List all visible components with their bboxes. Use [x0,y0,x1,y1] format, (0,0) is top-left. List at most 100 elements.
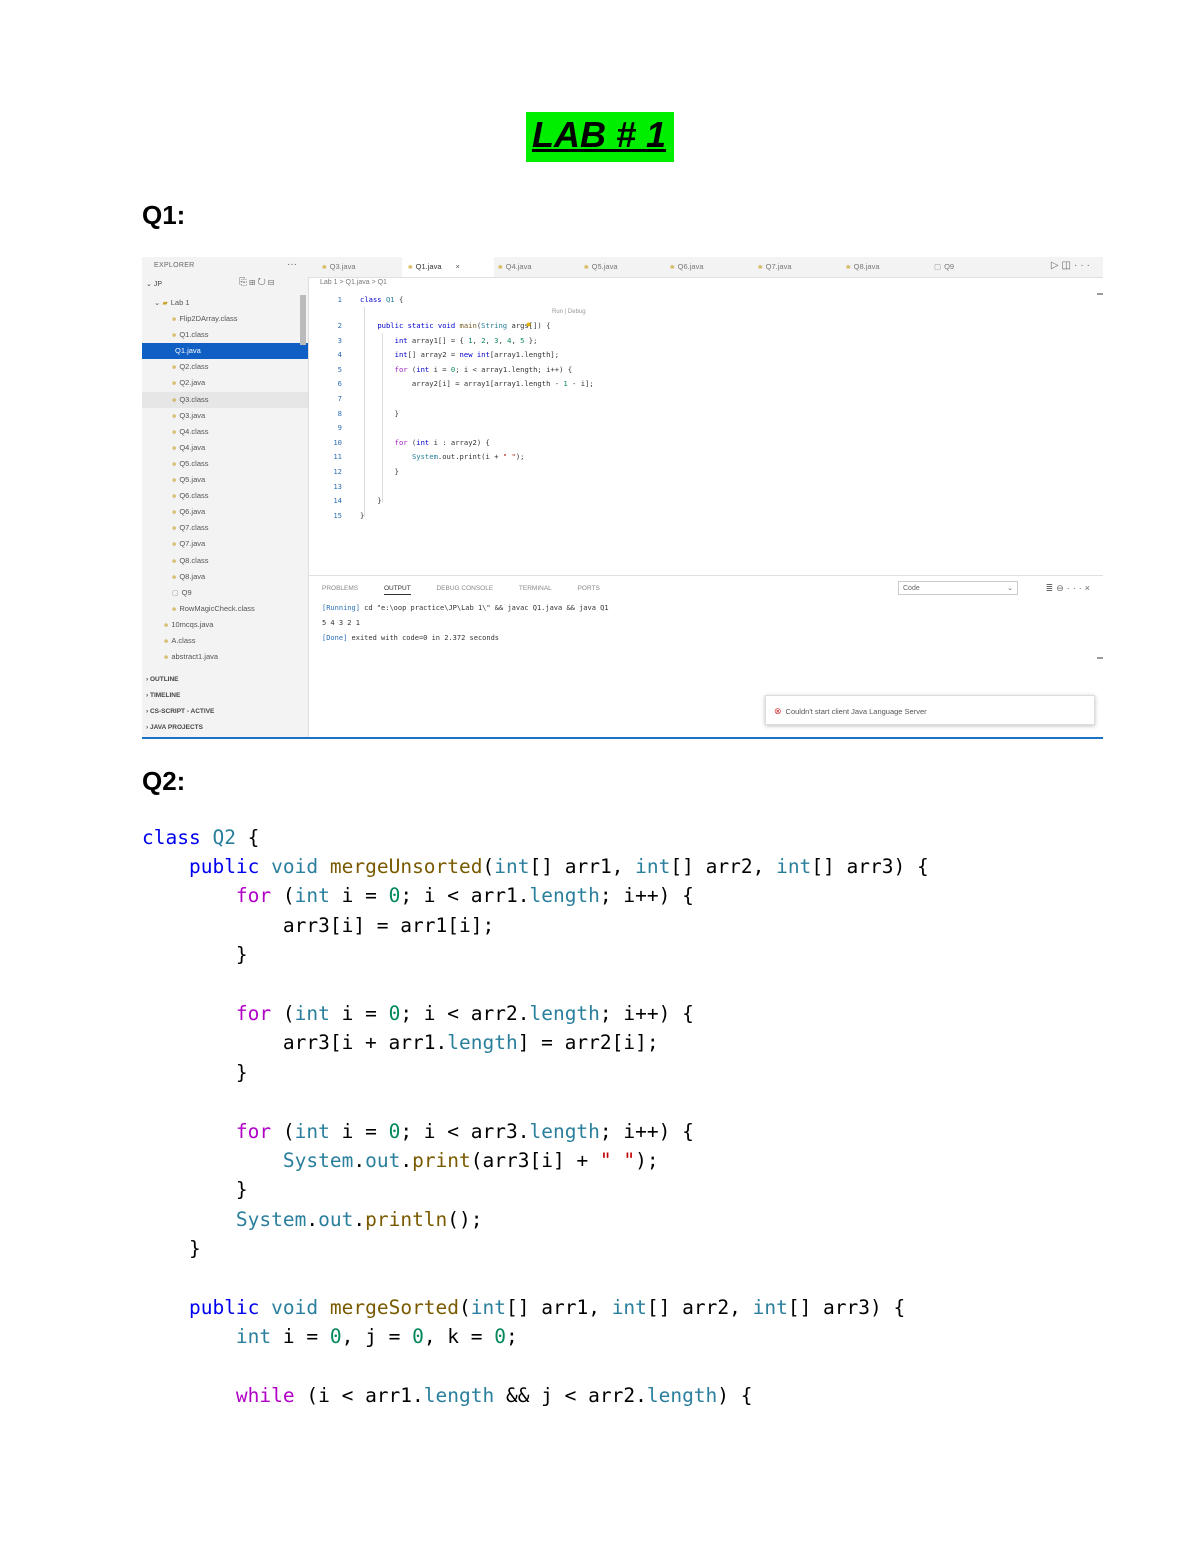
file-icon: ⨳ [172,428,177,436]
file-icon: ⨳ [172,460,177,468]
root-folder[interactable]: ⌄ JP [146,280,162,288]
code-editor[interactable]: 1 class Q1 { Run | Debug 2 public static … [308,293,1103,575]
title-wrap: LAB # 1 [0,112,1200,162]
tree-item[interactable]: ▢ Q9 [142,585,308,601]
file-icon: ⨳ [172,412,177,420]
tree-item[interactable]: ⨳ A.class [142,633,308,649]
tab-ports[interactable]: PORTS [578,585,600,592]
blank-file-icon: ▢ [934,262,942,271]
tab-q1[interactable]: ⨳ Q1.java × [402,257,494,277]
panel-scrollbar[interactable] [1097,657,1103,659]
indent-guide [382,333,383,503]
code-line: while (i < arr1.length && j < arr2.lengt… [235,1384,753,1407]
chevron-down-icon: ⌄ [1007,585,1013,592]
tree-item[interactable]: ⨳ Q5.java [142,472,308,488]
tree-item[interactable]: ⨳ Q2.class [142,359,308,375]
split-editor-icon[interactable]: ◫ [1062,260,1074,271]
file-icon: ⨳ [172,316,177,324]
new-file-icon[interactable]: ⎘ [239,277,249,288]
tab-q7[interactable]: ⨳ Q7.java [752,257,838,277]
file-icon: ⨳ [172,364,177,372]
java-file-icon: ⨳ [322,262,327,271]
code-line: arr3[i + arr1.length] = arr2[i]; [142,1031,659,1054]
file-tree: ⌄ ▰ Lab 1 ⨳ Flip2DArray.class ⨳ Q1.class Q1… [142,295,308,665]
java-file-icon: ⨳ [670,262,675,271]
section-timeline[interactable]: › TIMELINE [142,688,308,704]
tree-item[interactable]: ⨳ abstract1.java [142,649,308,665]
section-outline[interactable]: › OUTLINE [142,672,308,688]
file-icon: ⨳ [172,477,177,485]
tree-item[interactable]: ⨳ Flip2DArray.class [142,311,308,327]
more-icon[interactable]: ··· [1067,583,1085,593]
tree-item[interactable]: ⨳ Q6.class [142,488,308,504]
refresh-icon[interactable]: ↻ [257,277,267,288]
q2-heading: Q2: [142,766,186,796]
run-debug-codelens[interactable]: Run | Debug [552,309,586,315]
output-channel-select[interactable]: Code ⌄ [898,581,1018,595]
file-icon: ⨳ [172,444,177,452]
tab-q9[interactable]: ▢ Q9 [928,257,994,277]
sidebar-scrollbar[interactable] [300,295,306,345]
tree-item[interactable]: ⨳ Q3.class [142,391,308,408]
lock-icon[interactable]: ⊖ [1056,583,1067,593]
code-line: public void mergeSorted(int[] arr1, int[… [188,1296,906,1319]
tab-q6[interactable]: ⨳ Q6.java [664,257,750,277]
tree-folder-lab1[interactable]: ⌄ ▰ Lab 1 [142,295,308,311]
tree-item-selected[interactable]: Q1.java [142,343,308,360]
tree-item[interactable]: ⨳ Q4.class [142,424,308,440]
tree-item[interactable]: ⨳ Q8.class [142,553,308,569]
collapse-icon[interactable]: ⊟ [268,277,276,288]
file-icon: ⨳ [172,396,177,404]
code-line: } [142,1178,248,1201]
tree-item[interactable]: ⨳ RowMagicCheck.class [142,601,308,617]
file-icon: ⨳ [172,332,177,340]
tree-item[interactable]: ⨳ Q4.java [142,440,308,456]
code-line: } [142,1061,248,1084]
tree-item[interactable]: ⨳ Q7.class [142,520,308,536]
java-file-icon: ⨳ [584,262,589,271]
tree-item[interactable]: ⨳ Q2.java [142,375,308,391]
file-icon: ⨳ [172,605,177,613]
filter-icon[interactable]: ≣ [1046,583,1057,593]
explorer-toolbar: ⎘⊞↻⊟ [239,277,276,288]
tree-item[interactable]: ⨳ 10mcqs.java [142,617,308,633]
tab-problems[interactable]: PROBLEMS [322,585,358,592]
tree-item[interactable]: ⨳ Q8.java [142,569,308,585]
file-icon: ⨳ [172,557,177,565]
code-line: arr3[i] = arr1[i]; [142,914,495,937]
section-java-projects[interactable]: › JAVA PROJECTS [142,720,308,736]
tab-q3[interactable]: ⨳ Q3.java [316,257,402,277]
tree-item[interactable]: ⨳ Q1.class [142,327,308,343]
tab-terminal[interactable]: TERMINAL [519,585,552,592]
code-line: } [142,943,248,966]
lightbulb-icon[interactable]: ● [526,319,531,329]
close-panel-icon[interactable]: × [1085,583,1093,593]
output-line-done: [Done] exited with code=0 in 2.372 secon… [322,634,500,642]
tab-debug-console[interactable]: DEBUG CONSOLE [436,585,493,592]
more-actions-icon[interactable]: ··· [1074,260,1093,271]
code-line: for (int i = 0; i < arr1.length; i++) { [235,884,694,907]
breadcrumb[interactable]: Lab 1 > Q1.java > Q1 [320,279,387,286]
tree-item[interactable]: ⨳ Q6.java [142,504,308,520]
error-notification[interactable]: ⊗ Couldn't start client Java Language Ser… [765,695,1095,725]
editor-scrollbar[interactable] [1097,293,1103,295]
tab-output[interactable]: OUTPUT [383,585,411,595]
output-line-result: 5 4 3 2 1 [322,619,360,627]
code-line: int i = 0, j = 0, k = 0; [235,1325,518,1348]
close-icon[interactable]: × [456,262,460,271]
code-line: public void mergeUnsorted(int[] arr1, in… [188,855,929,878]
sidebar-sections: › OUTLINE › TIMELINE › CS-SCRIPT - ACTIV… [142,672,308,736]
tree-item[interactable]: ⨳ Q3.java [142,408,308,424]
explorer-sidebar: EXPLORER ··· ⌄ JP ⎘⊞↻⊟ ⌄ ▰ Lab 1 ⨳ Flip2DA… [142,257,309,737]
tab-q4[interactable]: ⨳ Q4.java [492,257,578,277]
run-icon[interactable]: ▷ [1051,260,1062,271]
blank-file-icon: ▢ [172,589,179,597]
tab-q8[interactable]: ⨳ Q8.java [840,257,926,277]
more-icon[interactable]: ··· [287,259,297,270]
file-icon: ⨳ [172,380,177,388]
code-line: for (int i = 0; i < arr2.length; i++) { [235,1002,694,1025]
tab-q5[interactable]: ⨳ Q5.java [578,257,664,277]
section-cs-script[interactable]: › CS-SCRIPT - ACTIVE [142,704,308,720]
tree-item[interactable]: ⨳ Q7.java [142,536,308,552]
tree-item[interactable]: ⨳ Q5.class [142,456,308,472]
